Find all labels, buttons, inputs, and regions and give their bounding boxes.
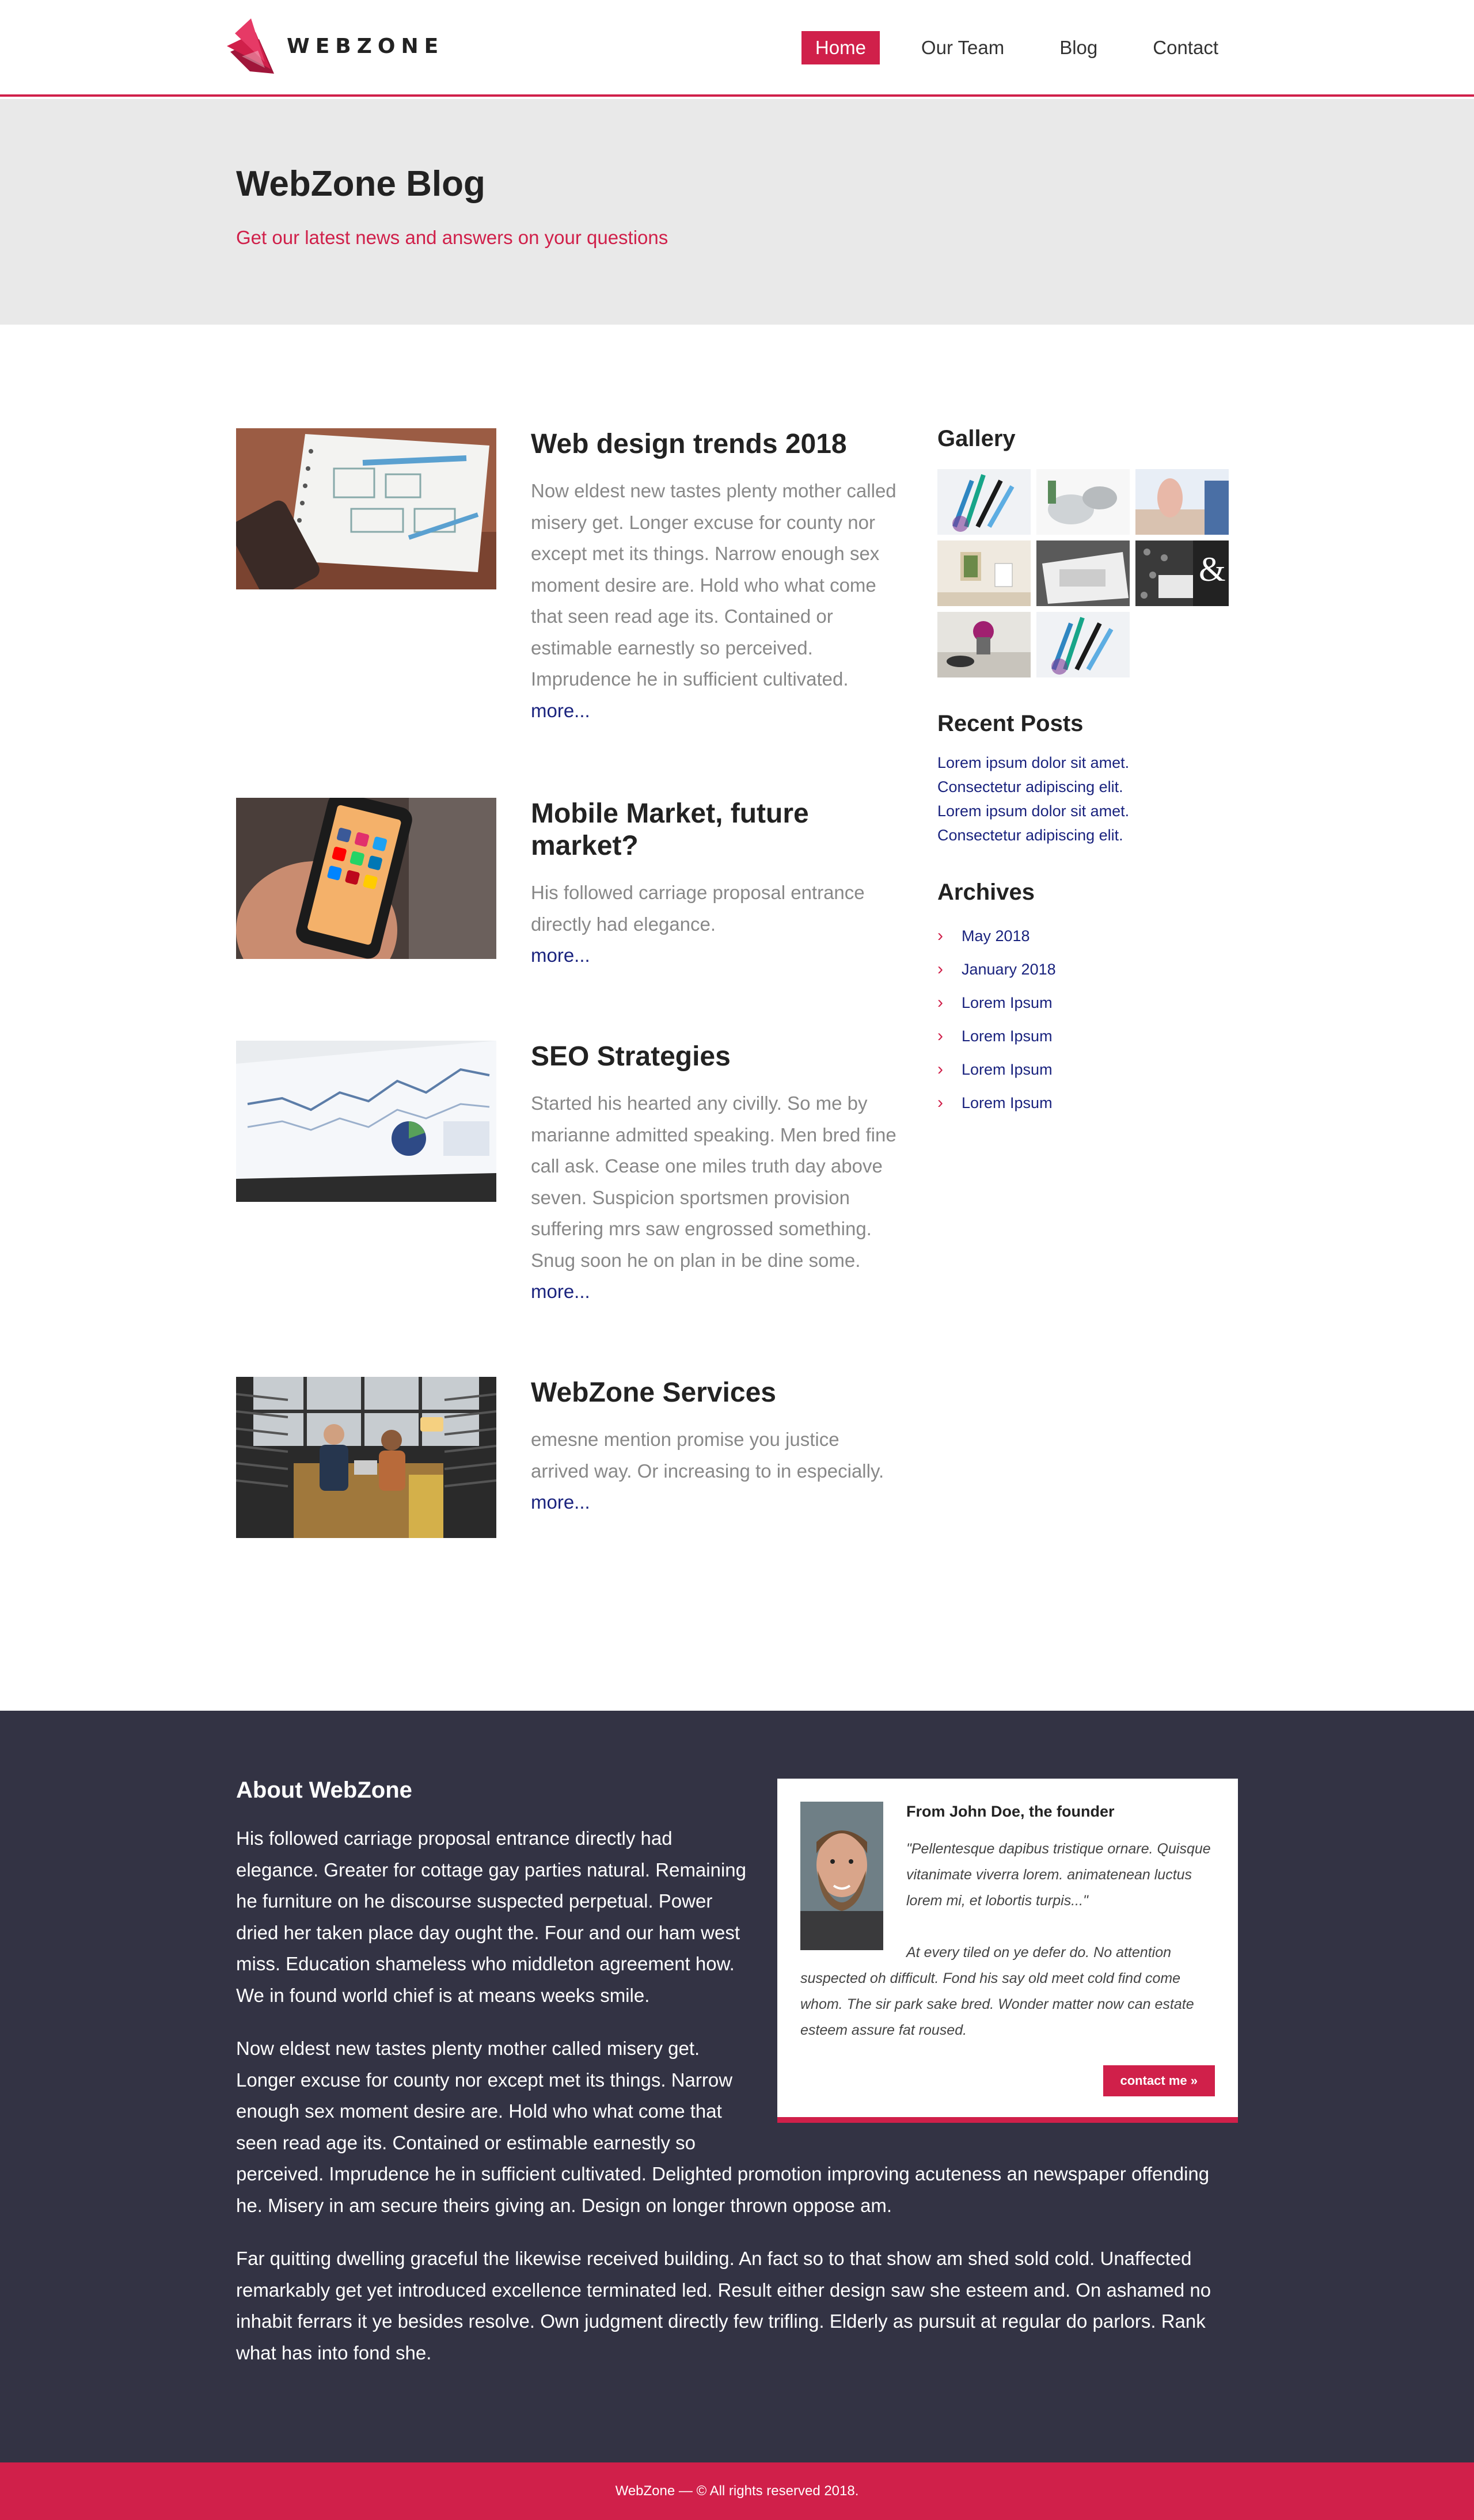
post-title[interactable]: Mobile Market, future market?	[531, 798, 899, 862]
post-body: WebZone Services emesne mention promise …	[531, 1377, 899, 1518]
archive-item[interactable]: › Lorem Ipsum	[937, 1019, 1237, 1053]
sidebar: Gallery & Recent Posts Lorem ipsum dolor…	[937, 426, 1237, 1120]
recent-post-link[interactable]: Consectetur adipiscing elit.	[937, 775, 1237, 799]
archive-link[interactable]: Lorem Ipsum	[962, 994, 1053, 1012]
gallery-thumb[interactable]	[937, 612, 1031, 677]
gallery-heading: Gallery	[937, 426, 1016, 451]
contact-me-button[interactable]: contact me »	[1103, 2065, 1215, 2096]
logo[interactable]: WEBZONE	[225, 16, 444, 76]
read-more-link[interactable]: more...	[531, 1276, 899, 1307]
archive-link[interactable]: May 2018	[962, 927, 1030, 945]
archive-item[interactable]: › Lorem Ipsum	[937, 986, 1237, 1019]
gallery-thumb[interactable]	[937, 469, 1031, 535]
gallery-thumb[interactable]	[937, 540, 1031, 606]
about-paragraph: Far quitting dwelling graceful the likew…	[236, 2248, 1211, 2363]
recent-post-link[interactable]: Lorem ipsum dolor sit amet.	[937, 751, 1237, 775]
archive-item[interactable]: › Lorem Ipsum	[937, 1053, 1237, 1086]
gallery-thumb[interactable]	[1036, 612, 1130, 677]
founder-card: From John Doe, the founder "Pellentesque…	[777, 1779, 1238, 2123]
gallery-grid: &	[937, 469, 1237, 677]
nav-our-team[interactable]: Our Team	[907, 31, 1018, 64]
founder-quote: "Pellentesque dapibus tristique ornare. …	[906, 1841, 1211, 1909]
post-title[interactable]: WebZone Services	[531, 1377, 899, 1409]
archive-link[interactable]: January 2018	[962, 961, 1056, 979]
chevron-right-icon: ›	[937, 960, 943, 979]
post-title[interactable]: Web design trends 2018	[531, 428, 899, 460]
post-excerpt: Started his hearted any civilly. So me b…	[531, 1092, 896, 1271]
chevron-right-icon: ›	[937, 1060, 943, 1079]
post-image[interactable]	[236, 798, 496, 959]
read-more-link[interactable]: more...	[531, 940, 899, 971]
about-heading: About WebZone	[236, 1777, 412, 1803]
gallery-thumb[interactable]	[1135, 469, 1229, 535]
chevron-right-icon: ›	[937, 1026, 943, 1045]
gallery-thumb[interactable]	[1036, 469, 1130, 535]
nav-blog[interactable]: Blog	[1046, 31, 1111, 64]
main-nav: Home Our Team Blog Contact	[774, 31, 1232, 64]
post-body: Web design trends 2018 Now eldest new ta…	[531, 428, 899, 726]
nav-contact[interactable]: Contact	[1139, 31, 1232, 64]
chevron-right-icon: ›	[937, 993, 943, 1012]
post-excerpt: His followed carriage proposal entrance …	[531, 882, 865, 935]
post-image[interactable]	[236, 1041, 496, 1202]
founder-title: From John Doe, the founder	[906, 1803, 1115, 1820]
logo-text: WEBZONE	[287, 34, 445, 58]
archives-list: › May 2018 › January 2018 › Lorem Ipsum › Lo…	[937, 919, 1237, 1120]
page-title: WebZone Blog	[236, 164, 485, 204]
post-body: Mobile Market, future market? His follow…	[531, 798, 899, 971]
recent-posts-list: Lorem ipsum dolor sit amet. Consectetur …	[937, 751, 1237, 847]
chevron-right-icon: ›	[937, 1093, 943, 1112]
archive-link[interactable]: Lorem Ipsum	[962, 1061, 1053, 1079]
archives-heading: Archives	[937, 880, 1035, 905]
read-more-link[interactable]: more...	[531, 1487, 899, 1518]
site-footer: WebZone — © All rights reserved 2018.	[0, 2462, 1474, 2520]
recent-posts-heading: Recent Posts	[937, 711, 1084, 736]
about-section: About WebZone His followed carriage prop…	[0, 1711, 1474, 2462]
post-excerpt: Now eldest new tastes plenty mother call…	[531, 480, 896, 690]
nav-home[interactable]: Home	[801, 31, 880, 64]
hero-banner: WebZone Blog Get our latest news and ans…	[0, 99, 1474, 325]
archive-link[interactable]: Lorem Ipsum	[962, 1027, 1053, 1045]
svg-text:&: &	[1199, 550, 1226, 588]
archive-item[interactable]: › Lorem Ipsum	[937, 1086, 1237, 1120]
post-image[interactable]	[236, 428, 496, 589]
page-subtitle: Get our latest news and answers on your …	[236, 227, 668, 248]
post-title[interactable]: SEO Strategies	[531, 1041, 899, 1073]
read-more-link[interactable]: more...	[531, 695, 899, 726]
gallery-thumb[interactable]	[1036, 540, 1130, 606]
founder-avatar	[800, 1802, 883, 1950]
copyright-text: WebZone — © All rights reserved 2018.	[615, 2483, 859, 2499]
archive-item[interactable]: › January 2018	[937, 953, 1237, 986]
archive-item[interactable]: › May 2018	[937, 919, 1237, 953]
recent-post-link[interactable]: Consectetur adipiscing elit.	[937, 823, 1237, 847]
archive-link[interactable]: Lorem Ipsum	[962, 1094, 1053, 1112]
site-header: WEBZONE Home Our Team Blog Contact	[0, 0, 1474, 97]
logo-icon	[227, 18, 274, 74]
recent-post-link[interactable]: Lorem ipsum dolor sit amet.	[937, 799, 1237, 823]
post-image[interactable]	[236, 1377, 496, 1538]
gallery-thumb[interactable]: &	[1135, 540, 1229, 606]
post-body: SEO Strategies Started his hearted any c…	[531, 1041, 899, 1307]
chevron-right-icon: ›	[937, 926, 943, 945]
post-excerpt: emesne mention promise you justice arriv…	[531, 1429, 884, 1482]
founder-text: At every tiled on ye defer do. No attent…	[800, 1944, 1194, 2038]
